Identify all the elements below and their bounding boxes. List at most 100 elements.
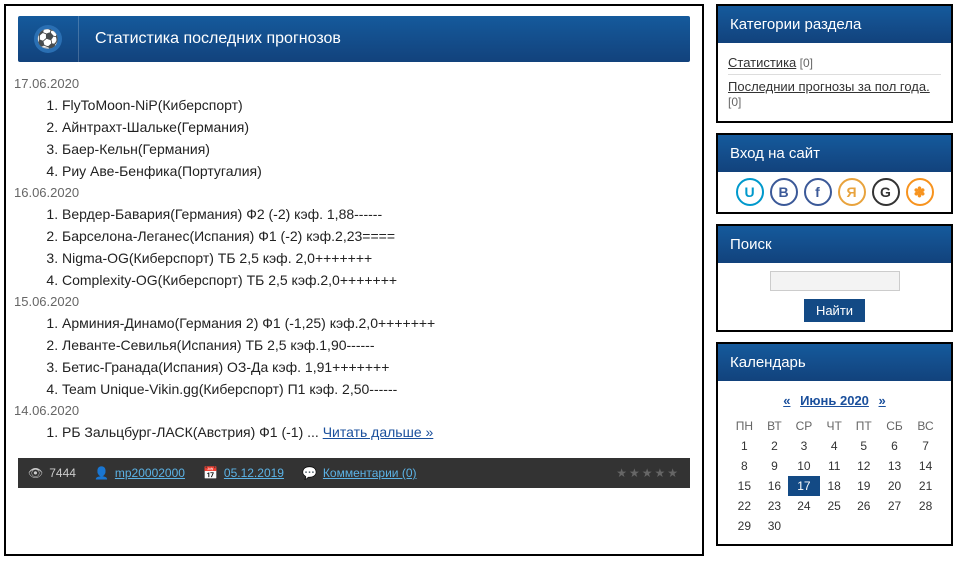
search-input[interactable] [770, 271, 900, 291]
calendar-day[interactable]: 13 [879, 456, 910, 476]
search-panel: Поиск Найти [716, 224, 953, 332]
calendar-day[interactable]: 3 [788, 436, 820, 456]
user-icon: 👤 [94, 466, 109, 480]
login-header: Вход на сайт [718, 135, 951, 172]
calendar-prev[interactable]: « [777, 393, 796, 408]
calendar-dow: ПТ [849, 416, 879, 436]
author-link[interactable]: mp20002000 [115, 466, 185, 480]
calendar-day[interactable]: 22 [728, 496, 761, 516]
prediction-item: РБ Зальцбург-ЛАСК(Австрия) Ф1 (-1) ... Ч… [62, 424, 690, 440]
calendar-day[interactable]: 29 [728, 516, 761, 536]
search-header: Поиск [718, 226, 951, 263]
calendar-day[interactable]: 1 [728, 436, 761, 456]
prediction-item: Айнтрахт-Шальке(Германия) [62, 119, 690, 135]
prediction-item: Арминия-Динамо(Германия 2) Ф1 (-1,25) кэ… [62, 315, 690, 331]
calendar-day [820, 516, 849, 536]
read-more-link[interactable]: Читать дальше » [323, 424, 434, 440]
social-vk-icon[interactable]: B [770, 178, 798, 206]
category-link[interactable]: Статистика [728, 55, 796, 70]
category-row: Статистика [0] [728, 51, 941, 75]
comment-icon: 💬 [302, 466, 317, 480]
calendar-day[interactable]: 15 [728, 476, 761, 496]
calendar-day[interactable]: 11 [820, 456, 849, 476]
categories-panel: Категории раздела Статистика [0]Последни… [716, 4, 953, 123]
calendar-header: Календарь [718, 344, 951, 381]
category-row: Последнии прогнозы за пол года. [0] [728, 75, 941, 113]
soccer-ball-icon: ⚽ [34, 25, 62, 53]
social-facebook-icon[interactable]: f [804, 178, 832, 206]
login-panel: Вход на сайт U B f Я G ✽ [716, 133, 953, 214]
calendar-day[interactable]: 24 [788, 496, 820, 516]
calendar-dow: ПН [728, 416, 761, 436]
calendar-day[interactable]: 27 [879, 496, 910, 516]
calendar-day[interactable]: 28 [910, 496, 941, 516]
calendar-day[interactable]: 25 [820, 496, 849, 516]
calendar-panel: Календарь « Июнь 2020 » ПНВТСРЧТПТСБВС 1… [716, 342, 953, 546]
main-content: ⚽ Статистика последних прогнозов 17.06.2… [4, 4, 704, 556]
prediction-item: Complexity-OG(Киберспорт) ТБ 2,5 кэф.2,0… [62, 272, 690, 288]
calendar-month[interactable]: Июнь 2020 [800, 393, 869, 408]
comments-link[interactable]: Комментарии (0) [323, 466, 417, 480]
calendar-day[interactable]: 19 [849, 476, 879, 496]
calendar-day[interactable]: 8 [728, 456, 761, 476]
calendar-day [879, 516, 910, 536]
calendar-day[interactable]: 5 [849, 436, 879, 456]
calendar-day[interactable]: 12 [849, 456, 879, 476]
prediction-item: Вердер-Бавария(Германия) Ф2 (-2) кэф. 1,… [62, 206, 690, 222]
calendar-dow: ВС [910, 416, 941, 436]
page-title-bar: ⚽ Статистика последних прогнозов [18, 16, 690, 62]
calendar-day[interactable]: 6 [879, 436, 910, 456]
calendar-day [849, 516, 879, 536]
prediction-list: РБ Зальцбург-ЛАСК(Австрия) Ф1 (-1) ... Ч… [62, 424, 690, 440]
calendar-day[interactable]: 20 [879, 476, 910, 496]
date-header: 16.06.2020 [14, 185, 690, 200]
categories-header: Категории раздела [718, 6, 951, 43]
category-count: [0] [796, 56, 813, 70]
calendar-day [788, 516, 820, 536]
calendar-day[interactable]: 4 [820, 436, 849, 456]
calendar-dow: ВТ [761, 416, 788, 436]
date-header: 17.06.2020 [14, 76, 690, 91]
date-header: 15.06.2020 [14, 294, 690, 309]
calendar-day[interactable]: 21 [910, 476, 941, 496]
prediction-item: Баер-Кельн(Германия) [62, 141, 690, 157]
calendar-day[interactable]: 17 [788, 476, 820, 496]
prediction-list: Вердер-Бавария(Германия) Ф2 (-2) кэф. 1,… [62, 206, 690, 288]
social-ucoz-icon[interactable]: U [736, 178, 764, 206]
calendar-day[interactable]: 18 [820, 476, 849, 496]
calendar-next[interactable]: » [873, 393, 892, 408]
prediction-item: Nigma-OG(Киберспорт) ТБ 2,5 кэф. 2,0++++… [62, 250, 690, 266]
calendar-day[interactable]: 10 [788, 456, 820, 476]
category-count: [0] [728, 95, 741, 109]
rating-stars[interactable]: ★★★★★ [616, 466, 680, 480]
prediction-item: Барселона-Леганес(Испания) Ф1 (-2) кэф.2… [62, 228, 690, 244]
search-button[interactable]: Найти [804, 299, 865, 322]
calendar-day[interactable]: 2 [761, 436, 788, 456]
social-ok-icon[interactable]: ✽ [906, 178, 934, 206]
calendar-dow: ЧТ [820, 416, 849, 436]
calendar-day[interactable]: 30 [761, 516, 788, 536]
eye-icon: 👁 [28, 466, 43, 480]
calendar-day[interactable]: 26 [849, 496, 879, 516]
post-date-link[interactable]: 05.12.2019 [224, 466, 284, 480]
calendar-day[interactable]: 7 [910, 436, 941, 456]
prediction-item: Леванте-Севилья(Испания) ТБ 2,5 кэф.1,90… [62, 337, 690, 353]
social-yandex-icon[interactable]: Я [838, 178, 866, 206]
calendar-day [910, 516, 941, 536]
prediction-item: Риу Аве-Бенфика(Португалия) [62, 163, 690, 179]
calendar-icon: 📅 [203, 466, 218, 480]
prediction-item: Бетис-Гранада(Испания) ОЗ-Да кэф. 1,91++… [62, 359, 690, 375]
meta-bar: 👁 7444 👤 mp20002000 📅 05.12.2019 💬 Комментар… [18, 458, 690, 488]
calendar-day[interactable]: 23 [761, 496, 788, 516]
social-google-icon[interactable]: G [872, 178, 900, 206]
views-count: 7444 [49, 466, 76, 480]
category-link[interactable]: Последнии прогнозы за пол года. [728, 79, 930, 94]
prediction-list: FlyToMoon-NiP(Киберспорт)Айнтрахт-Шальке… [62, 97, 690, 179]
page-title: Статистика последних прогнозов [78, 16, 341, 62]
prediction-list: Арминия-Динамо(Германия 2) Ф1 (-1,25) кэ… [62, 315, 690, 397]
calendar-day[interactable]: 16 [761, 476, 788, 496]
calendar-table: ПНВТСРЧТПТСБВС 1234567891011121314151617… [728, 416, 941, 536]
calendar-day[interactable]: 14 [910, 456, 941, 476]
calendar-day[interactable]: 9 [761, 456, 788, 476]
sidebar: Категории раздела Статистика [0]Последни… [716, 4, 953, 556]
